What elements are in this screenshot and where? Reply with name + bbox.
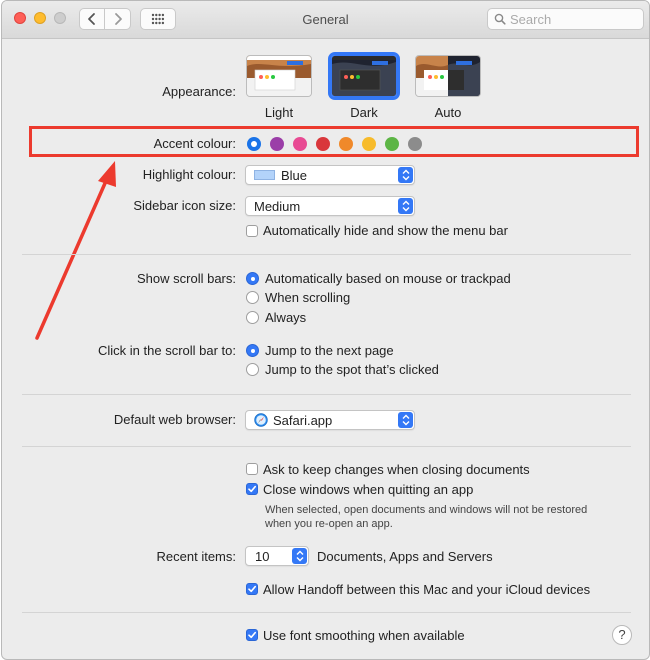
close-windows-note-line1: When selected, open documents and window… (265, 504, 588, 516)
font-smoothing-label: Use font smoothing when available (263, 628, 465, 643)
show-scroll-bars-label: Show scroll bars: (137, 271, 236, 286)
sidebar-icon-size-label: Sidebar icon size: (133, 198, 236, 213)
jump-to-spot-label: Jump to the spot that’s clicked (265, 362, 439, 377)
recent-items-label: Recent items: (156, 549, 236, 564)
highlight-swatch (254, 170, 275, 180)
default-browser-value: Safari.app (273, 413, 333, 428)
hide-menu-bar-label: Automatically hide and show the menu bar (263, 223, 508, 238)
checkmark-icon (248, 485, 256, 493)
recent-items-value: 10 (255, 549, 270, 564)
sidebar-icon-size-popup[interactable]: Medium (245, 196, 415, 216)
scroll-bars-auto-radio[interactable] (246, 272, 259, 285)
popup-arrows-icon (398, 198, 413, 214)
scroll-bars-always-label: Always (265, 310, 307, 325)
ask-keep-changes-label: Ask to keep changes when closing documen… (263, 462, 530, 477)
scroll-bars-always-radio[interactable] (246, 311, 259, 324)
handoff-checkbox[interactable] (246, 583, 258, 595)
popup-arrows-icon (398, 167, 413, 183)
jump-to-spot-radio[interactable] (246, 363, 259, 376)
font-smoothing-checkbox[interactable] (246, 629, 258, 641)
hide-menu-bar-checkbox[interactable] (246, 225, 258, 237)
close-windows-checkbox[interactable] (246, 483, 258, 495)
scroll-bars-when-scrolling-label: When scrolling (265, 290, 351, 305)
checkmark-icon (248, 631, 256, 639)
click-scroll-bar-label: Click in the scroll bar to: (98, 343, 236, 358)
default-browser-popup[interactable]: Safari.app (245, 410, 415, 430)
ask-keep-changes-checkbox[interactable] (246, 463, 258, 475)
close-windows-label: Close windows when quitting an app (263, 482, 474, 497)
separator (22, 446, 631, 447)
highlight-colour-popup[interactable]: Blue (245, 165, 415, 185)
close-windows-note-line2: when you re-open an app. (265, 518, 393, 530)
highlight-colour-label: Highlight colour: (142, 167, 236, 182)
default-browser-label: Default web browser: (113, 412, 236, 427)
separator (22, 612, 631, 613)
sidebar-icon-size-value: Medium (254, 199, 301, 214)
recent-items-popup[interactable]: 10 (245, 546, 309, 566)
safari-icon (254, 413, 268, 427)
handoff-label: Allow Handoff between this Mac and your … (263, 582, 591, 597)
popup-arrows-icon (398, 412, 413, 428)
jump-next-page-radio[interactable] (246, 344, 259, 357)
jump-next-page-label: Jump to the next page (265, 343, 394, 358)
highlight-colour-value: Blue (281, 168, 308, 183)
popup-arrows-icon (292, 548, 307, 564)
checkmark-icon (248, 585, 256, 593)
scroll-bars-auto-label: Automatically based on mouse or trackpad (265, 271, 511, 286)
system-preferences-window: General Appearance: (1, 0, 650, 660)
recent-items-suffix: Documents, Apps and Servers (317, 549, 493, 564)
separator (22, 254, 631, 255)
scroll-bars-when-scrolling-radio[interactable] (246, 291, 259, 304)
help-button[interactable]: ? (612, 625, 632, 645)
separator (22, 394, 631, 395)
